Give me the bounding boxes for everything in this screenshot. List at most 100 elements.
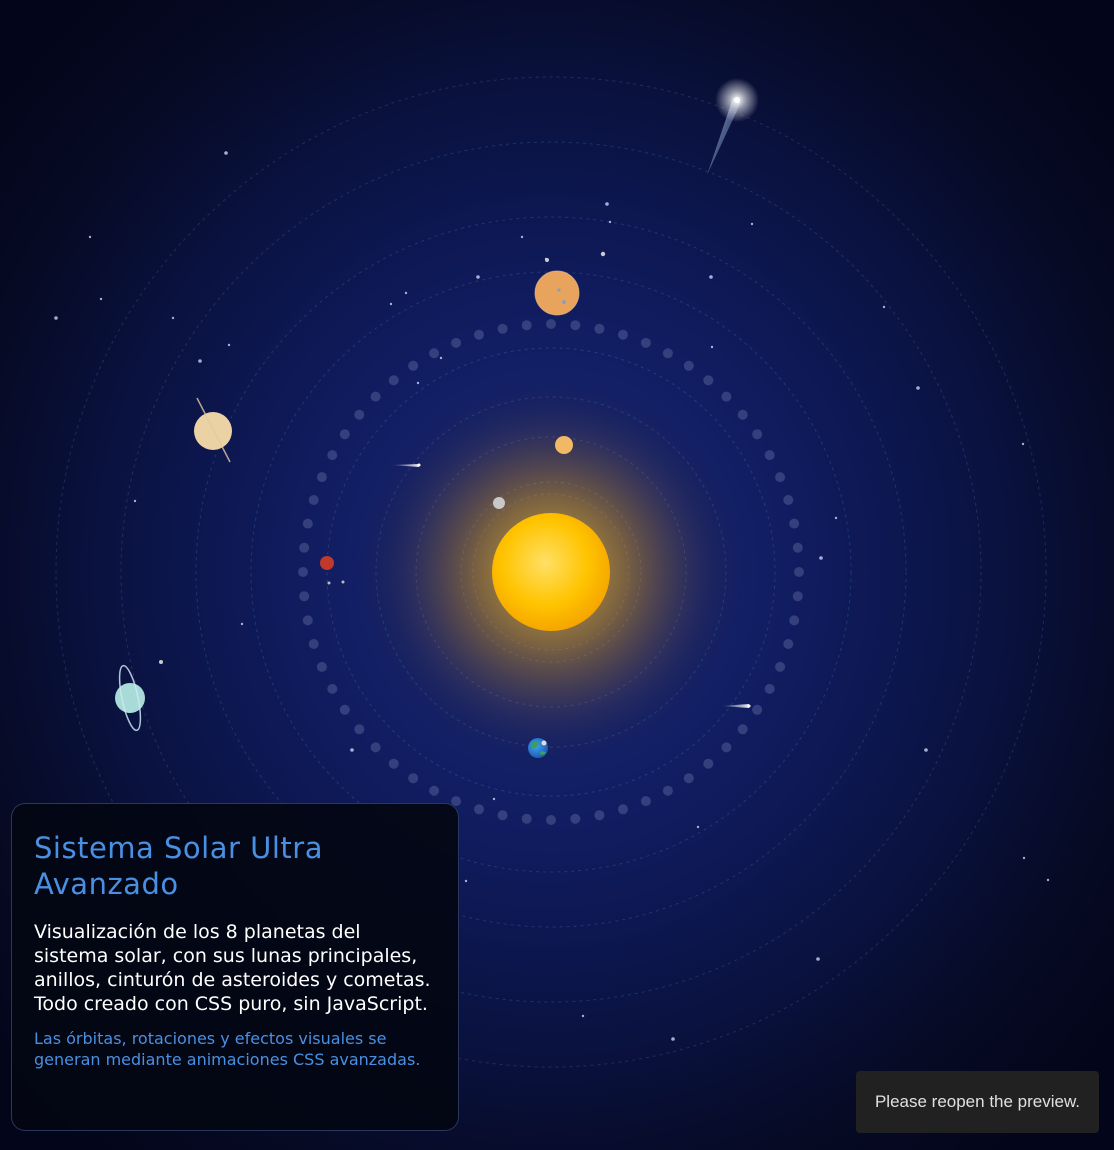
star	[710, 345, 714, 349]
asteroid	[775, 472, 786, 483]
star	[696, 825, 700, 829]
asteroid	[388, 758, 399, 769]
star	[350, 748, 354, 752]
star	[819, 556, 823, 560]
star	[882, 305, 886, 309]
comet-large	[707, 78, 759, 175]
asteroid	[354, 409, 365, 420]
asteroid	[299, 542, 310, 553]
star	[834, 516, 838, 520]
asteroid	[299, 591, 310, 602]
asteroid	[354, 724, 365, 735]
star	[464, 879, 468, 883]
star	[1046, 878, 1050, 882]
asteroid	[683, 360, 694, 371]
toast-message: Please reopen the preview.	[874, 1092, 1081, 1111]
asteroid	[308, 639, 319, 649]
asteroid	[752, 429, 763, 440]
asteroid	[370, 742, 381, 753]
asteroid	[794, 567, 804, 577]
moon-earth	[541, 740, 547, 746]
star	[416, 381, 420, 385]
asteroid	[752, 704, 763, 715]
comet-small-right	[721, 704, 751, 708]
asteroid	[429, 348, 440, 359]
asteroid	[316, 661, 327, 672]
star	[750, 222, 754, 226]
star	[439, 356, 443, 360]
star	[227, 343, 231, 347]
star	[671, 1037, 675, 1041]
asteroid	[792, 591, 803, 602]
asteroid	[783, 639, 794, 649]
star	[133, 499, 137, 503]
asteroid	[521, 320, 532, 331]
asteroid	[327, 683, 338, 694]
star	[605, 202, 609, 206]
star	[581, 1014, 585, 1018]
planet-uranus	[115, 660, 163, 732]
asteroid	[302, 615, 313, 626]
asteroid	[775, 661, 786, 672]
info-note: Las órbitas, rotaciones y efectos visual…	[34, 1029, 421, 1069]
asteroid	[737, 409, 748, 420]
asteroid	[703, 375, 714, 386]
asteroid	[789, 615, 800, 626]
planet-saturn	[194, 397, 232, 463]
asteroid	[594, 323, 605, 334]
star	[492, 797, 496, 801]
asteroid	[474, 804, 484, 815]
asteroid	[546, 319, 556, 329]
asteroid	[316, 472, 327, 483]
asteroid	[298, 567, 308, 577]
info-panel: Sistema Solar Ultra Avanzado Visualizaci…	[11, 803, 459, 1131]
asteroid	[764, 450, 775, 461]
asteroid	[521, 813, 532, 824]
asteroid	[764, 683, 775, 694]
star	[54, 316, 58, 320]
info-description: Visualización de los 8 planetas del sist…	[34, 921, 431, 1015]
asteroid	[408, 360, 419, 371]
sun	[492, 513, 610, 631]
asteroid	[570, 320, 581, 331]
asteroid	[339, 704, 350, 715]
star	[1021, 442, 1025, 446]
moon-mars-2	[341, 580, 345, 584]
asteroid	[497, 323, 508, 334]
asteroid	[789, 518, 800, 529]
star	[916, 386, 920, 390]
reopen-preview-toast: Please reopen the preview.	[856, 1071, 1099, 1133]
asteroid	[546, 815, 556, 825]
asteroid	[370, 391, 381, 402]
asteroid	[721, 391, 732, 402]
star	[709, 275, 713, 279]
star	[520, 235, 524, 239]
asteroid	[662, 785, 673, 796]
star	[171, 316, 175, 320]
star	[389, 302, 393, 306]
asteroid	[497, 810, 508, 821]
asteroid	[792, 542, 803, 553]
planet-jupiter	[534, 251, 606, 316]
planet-mercury	[493, 497, 505, 509]
asteroid	[570, 813, 581, 824]
planet-venus	[555, 436, 573, 454]
asteroid	[302, 518, 313, 529]
star	[88, 235, 92, 239]
asteroid	[308, 495, 319, 505]
asteroid	[408, 773, 419, 784]
asteroid	[618, 329, 628, 340]
info-title: Sistema Solar Ultra Avanzado	[34, 831, 323, 901]
asteroid	[429, 785, 440, 796]
asteroid	[388, 375, 399, 386]
star	[1022, 856, 1026, 860]
asteroid	[640, 796, 651, 807]
star	[198, 359, 202, 363]
moon-mars-1	[327, 581, 331, 585]
asteroid	[451, 337, 462, 348]
asteroid	[640, 337, 651, 348]
star	[404, 291, 408, 295]
asteroid	[683, 773, 694, 784]
asteroid	[737, 724, 748, 735]
planet-mars	[320, 556, 334, 570]
